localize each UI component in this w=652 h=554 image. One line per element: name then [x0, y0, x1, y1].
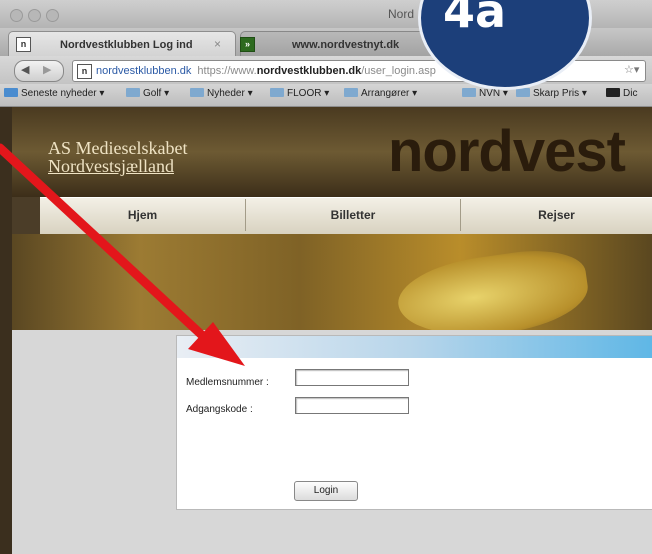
folder-icon [462, 88, 476, 97]
bookmark-label: Arrangører ▾ [361, 88, 418, 99]
nordvestnyt-favicon-icon: » [240, 37, 255, 52]
n-favicon-icon: n [16, 37, 31, 52]
site-favicon-icon: n [77, 64, 92, 79]
folder-icon [270, 88, 284, 97]
bookmark-star-icon[interactable]: ☆▾ [624, 63, 639, 76]
password-input[interactable] [295, 397, 409, 414]
back-arrow-icon[interactable]: ◀ [21, 63, 29, 76]
window-title: Nord [388, 7, 415, 21]
bookmark-floor[interactable]: FLOOR ▾ [270, 88, 329, 99]
url-prefix: https://www. [197, 65, 257, 77]
back-forward-buttons[interactable]: ◀ ▶ [14, 60, 64, 82]
bookmark-label: FLOOR ▾ [287, 88, 330, 99]
bookmark-dic[interactable]: Dic [606, 88, 637, 99]
bookmark-golf[interactable]: Golf ▾ [126, 88, 169, 99]
page-icon [606, 88, 620, 97]
rss-icon [4, 88, 18, 97]
folder-icon [344, 88, 358, 97]
bookmark-label: Skarp Pris ▾ [533, 88, 587, 99]
bookmark-label: Nyheder ▾ [207, 88, 253, 99]
minimize-window-button[interactable] [28, 9, 41, 22]
tab-close-icon[interactable]: × [214, 37, 221, 51]
close-window-button[interactable] [10, 9, 23, 22]
forward-arrow-icon[interactable]: ▶ [43, 63, 51, 76]
folder-icon [190, 88, 204, 97]
bookmark-skarp-pris[interactable]: Skarp Pris ▾ [516, 88, 587, 99]
nav-hjem[interactable]: Hjem [40, 197, 245, 233]
bookmark-label: Dic [623, 88, 638, 99]
url-path: /user_login.asp [361, 65, 436, 77]
site-identity-domain[interactable]: nordvestklubben.dk [96, 65, 191, 77]
folder-icon [126, 88, 140, 97]
step-badge-label: 4a [443, 0, 507, 38]
member-number-label: Medlemsnummer : [186, 377, 269, 388]
bookmark-label: Seneste nyheder ▾ [21, 88, 105, 99]
tab-label: Nordvestklubben Log ind [60, 39, 193, 51]
logo-line-2: Nordvestsjælland [48, 156, 174, 176]
left-border [0, 107, 12, 554]
zoom-window-button[interactable] [46, 9, 59, 22]
nav-billetter[interactable]: Billetter [246, 197, 460, 233]
tab-label: www.nordvestnyt.dk [292, 39, 400, 51]
login-button[interactable]: Login [294, 481, 358, 501]
login-panel [176, 335, 652, 510]
member-number-input[interactable] [295, 369, 409, 386]
nav-rejser[interactable]: Rejser [461, 197, 652, 233]
bookmark-label: Golf ▾ [143, 88, 170, 99]
brand-logo: nordvest [388, 119, 626, 184]
url-host: nordvestklubben.dk [256, 65, 362, 77]
bookmark-seneste-nyheder[interactable]: Seneste nyheder ▾ [4, 88, 104, 99]
bookmark-nyheder[interactable]: Nyheder ▾ [190, 88, 253, 99]
login-panel-header [177, 336, 652, 358]
folder-icon [516, 88, 530, 97]
password-label: Adgangskode : [186, 404, 253, 415]
bookmark-arrangorer[interactable]: Arrangører ▾ [344, 88, 417, 99]
